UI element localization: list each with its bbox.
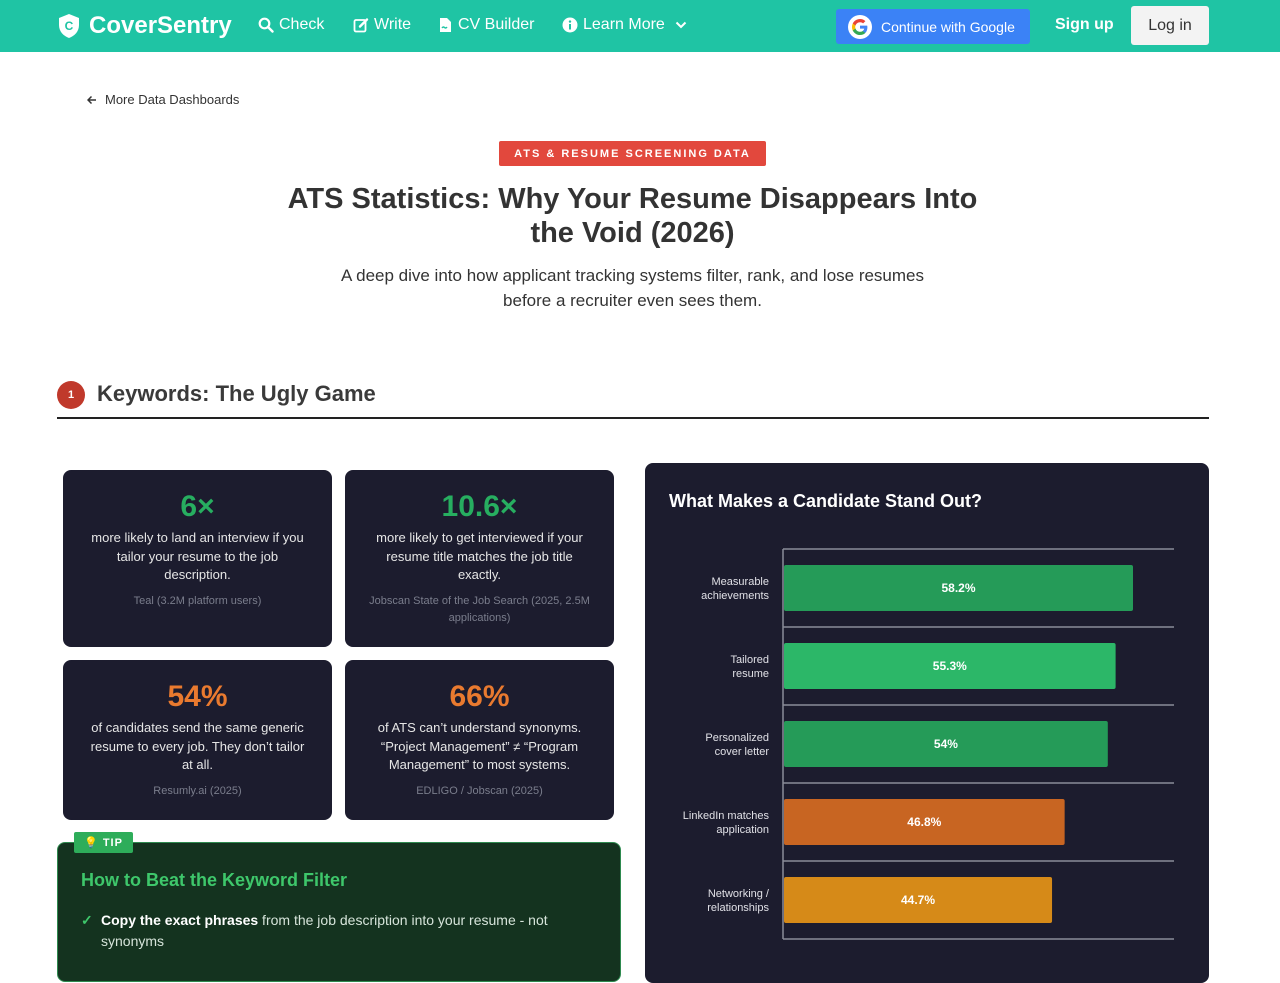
category-label: Personalized <box>705 732 769 744</box>
stat-source: Jobscan State of the Job Search (2025, 2… <box>369 594 590 624</box>
stat-description: of ATS can’t understand synonyms. “Proje… <box>377 720 582 772</box>
svg-text:C: C <box>65 19 74 33</box>
search-icon <box>258 17 274 33</box>
bar-chart: 58.2% Measurable achievements 55.3% Tailored… <box>683 548 1174 940</box>
google-login-label: Continue with Google <box>881 18 1015 35</box>
category-label: cover letter <box>715 746 770 758</box>
stat-card: 10.6× more likely to get interviewed if … <box>345 470 614 647</box>
stat-description: more likely to get interviewed if your r… <box>376 530 583 582</box>
google-icon <box>848 14 872 39</box>
tip-tag: 💡 TIP <box>74 832 133 853</box>
category-label: Tailored <box>730 654 769 666</box>
bar-value-label: 58.2% <box>941 581 975 595</box>
category-label: achievements <box>701 590 769 602</box>
category-label: Measurable <box>712 576 769 588</box>
page-title: ATS Statistics: Why Your Resume Disappea… <box>287 183 978 249</box>
file-signature-icon <box>440 18 451 32</box>
category-label: LinkedIn matches <box>683 810 770 822</box>
stat-description: more likely to land an interview if you … <box>91 530 304 582</box>
chart-title: What Makes a Candidate Stand Out? <box>669 491 983 511</box>
stat-description: of candidates send the same generic resu… <box>90 720 305 772</box>
login-button[interactable]: Log in <box>1131 6 1209 45</box>
tip-list-item: ✓ Copy the exact phrases from the job de… <box>81 910 581 952</box>
google-login-button[interactable]: Continue with Google <box>836 9 1030 44</box>
stat-card: 6× more likely to land an interview if y… <box>63 470 332 647</box>
bar-value-label: 54% <box>934 737 958 751</box>
nav-learn-more-label: Learn More <box>583 16 665 33</box>
section-number: 1 <box>57 381 85 409</box>
nav-cv-builder[interactable]: CV Builder <box>438 16 534 34</box>
signup-link[interactable]: Sign up <box>1055 16 1114 34</box>
arrow-left-icon <box>87 95 96 104</box>
back-to-dashboards-link[interactable]: More Data Dashboards <box>87 92 239 107</box>
shield-logo-icon: C <box>59 14 79 38</box>
stat-card: 54% of candidates send the same generic … <box>63 660 332 820</box>
tip-item-text: Copy the exact phrases from the job desc… <box>101 910 581 952</box>
nav-check[interactable]: Check <box>258 16 324 34</box>
stat-source: Resumly.ai (2025) <box>153 784 242 797</box>
stat-value: 54% <box>167 680 228 713</box>
nav-learn-more[interactable]: Learn More <box>562 16 692 34</box>
stat-card: 66% of ATS can’t understand synonyms. “P… <box>345 660 614 820</box>
category-badge: ATS & RESUME SCREENING DATA <box>499 141 766 166</box>
category-label: resume <box>732 668 769 680</box>
stat-source: Teal (3.2M platform users) <box>133 594 262 607</box>
top-nav: C CoverSentry Check Write CV Builder Lea… <box>0 0 1280 52</box>
stat-value: 66% <box>449 680 510 713</box>
nav-cv-builder-label: CV Builder <box>458 16 535 33</box>
back-link-label: More Data Dashboards <box>105 92 240 107</box>
nav-write[interactable]: Write <box>353 16 411 34</box>
brand-name: CoverSentry <box>89 12 232 39</box>
category-label: application <box>716 824 769 836</box>
tip-item-bold: Copy the exact phrases <box>101 912 259 928</box>
chevron-down-icon[interactable] <box>675 21 687 29</box>
bar-value-label: 44.7% <box>901 893 935 907</box>
section-divider <box>57 417 1209 419</box>
edit-icon <box>353 18 369 33</box>
tip-title: How to Beat the Keyword Filter <box>81 870 348 890</box>
check-icon: ✓ <box>81 912 93 928</box>
page-subtitle: A deep dive into how applicant tracking … <box>340 266 925 310</box>
bar-value-label: 55.3% <box>933 659 967 673</box>
nav-check-label: Check <box>279 16 325 33</box>
brand-logo[interactable]: C CoverSentry <box>57 12 232 40</box>
stat-value: 10.6× <box>441 490 518 523</box>
info-circle-icon <box>562 17 578 33</box>
stat-source: EDLIGO / Jobscan (2025) <box>416 784 543 797</box>
nav-write-label: Write <box>374 16 412 33</box>
section-title: Keywords: The Ugly Game <box>97 381 376 406</box>
category-label: relationships <box>707 902 769 914</box>
stat-value: 6× <box>180 490 215 523</box>
category-label: Networking / <box>708 888 770 900</box>
bar-value-label: 46.8% <box>907 815 941 829</box>
